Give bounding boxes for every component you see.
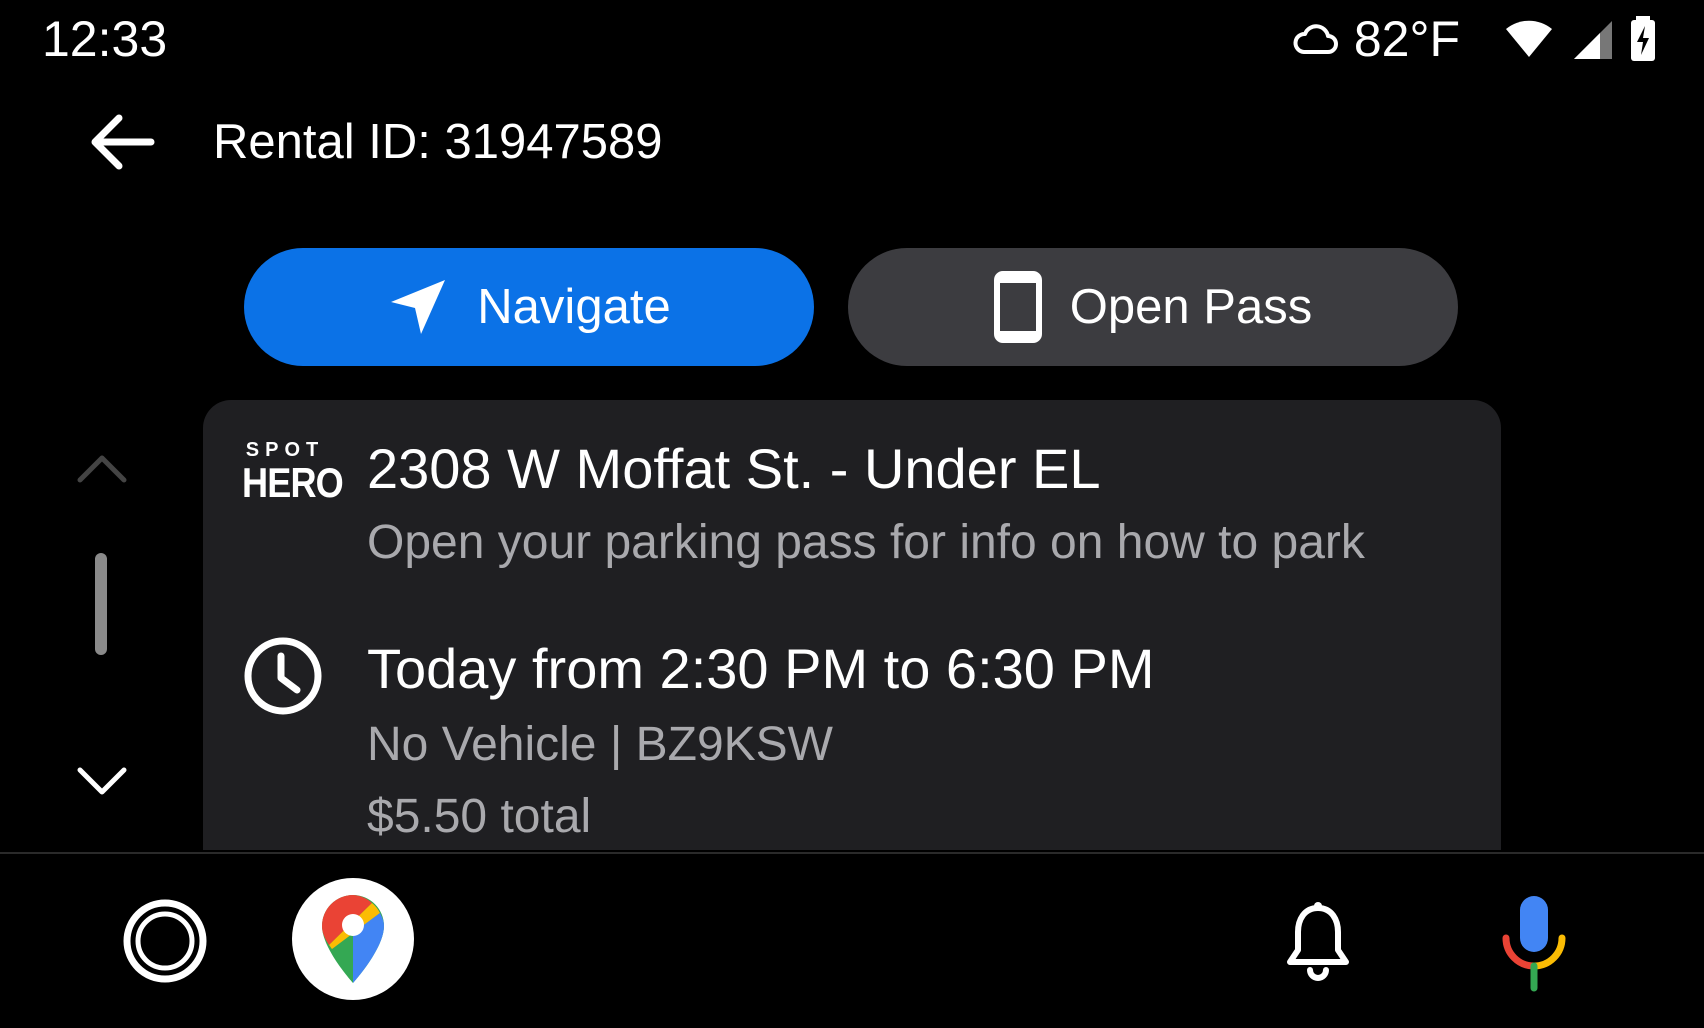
back-button[interactable] <box>86 106 158 178</box>
address-title: 2308 W Moffat St. - Under EL <box>367 437 1101 500</box>
status-icons: 82°F <box>1292 10 1656 68</box>
cloud-icon <box>1293 24 1338 54</box>
rental-details-card: SPOT HERO 2308 W Moffat St. - Under EL O… <box>203 400 1501 850</box>
temperature: 82°F <box>1353 11 1460 67</box>
open-pass-button[interactable]: Open Pass <box>848 248 1458 366</box>
logo-top-text: SPOT <box>245 439 325 461</box>
android-auto-screen: 12:33 82°F Rental ID: 31947589 Navigate <box>0 0 1704 1028</box>
cell-signal-icon <box>1574 21 1612 59</box>
spothero-logo: SPOT HERO <box>235 439 344 508</box>
vehicle-info: No Vehicle | BZ9KSW <box>367 718 833 771</box>
google-maps-icon <box>322 895 384 983</box>
scroll-down-button[interactable] <box>76 762 128 802</box>
navigation-arrow-icon <box>391 280 446 334</box>
page-title: Rental ID: 31947589 <box>213 115 663 169</box>
arrow-left-icon <box>91 114 155 170</box>
bottom-nav-bar <box>0 852 1704 1028</box>
google-maps-button[interactable] <box>292 878 414 1000</box>
home-circle-icon[interactable] <box>120 896 210 986</box>
rental-total: $5.50 total <box>367 790 592 843</box>
logo-bottom-text: HERO <box>242 459 344 506</box>
open-pass-label: Open Pass <box>1069 280 1313 334</box>
phone-icon <box>993 271 1042 343</box>
clock-icon <box>244 637 322 715</box>
microphone-icon[interactable] <box>1500 894 1568 992</box>
bell-icon[interactable] <box>1284 902 1352 982</box>
navigate-label: Navigate <box>477 280 671 334</box>
rental-time-range: Today from 2:30 PM to 6:30 PM <box>367 637 1155 700</box>
status-clock: 12:33 <box>42 11 168 67</box>
address-subtitle: Open your parking pass for info on how t… <box>367 516 1365 569</box>
scroll-up-button[interactable] <box>76 448 128 488</box>
wifi-icon <box>1506 20 1552 57</box>
battery-charging-icon <box>1631 16 1655 61</box>
scrollbar-thumb[interactable] <box>95 553 107 655</box>
navigate-button[interactable]: Navigate <box>244 248 814 366</box>
